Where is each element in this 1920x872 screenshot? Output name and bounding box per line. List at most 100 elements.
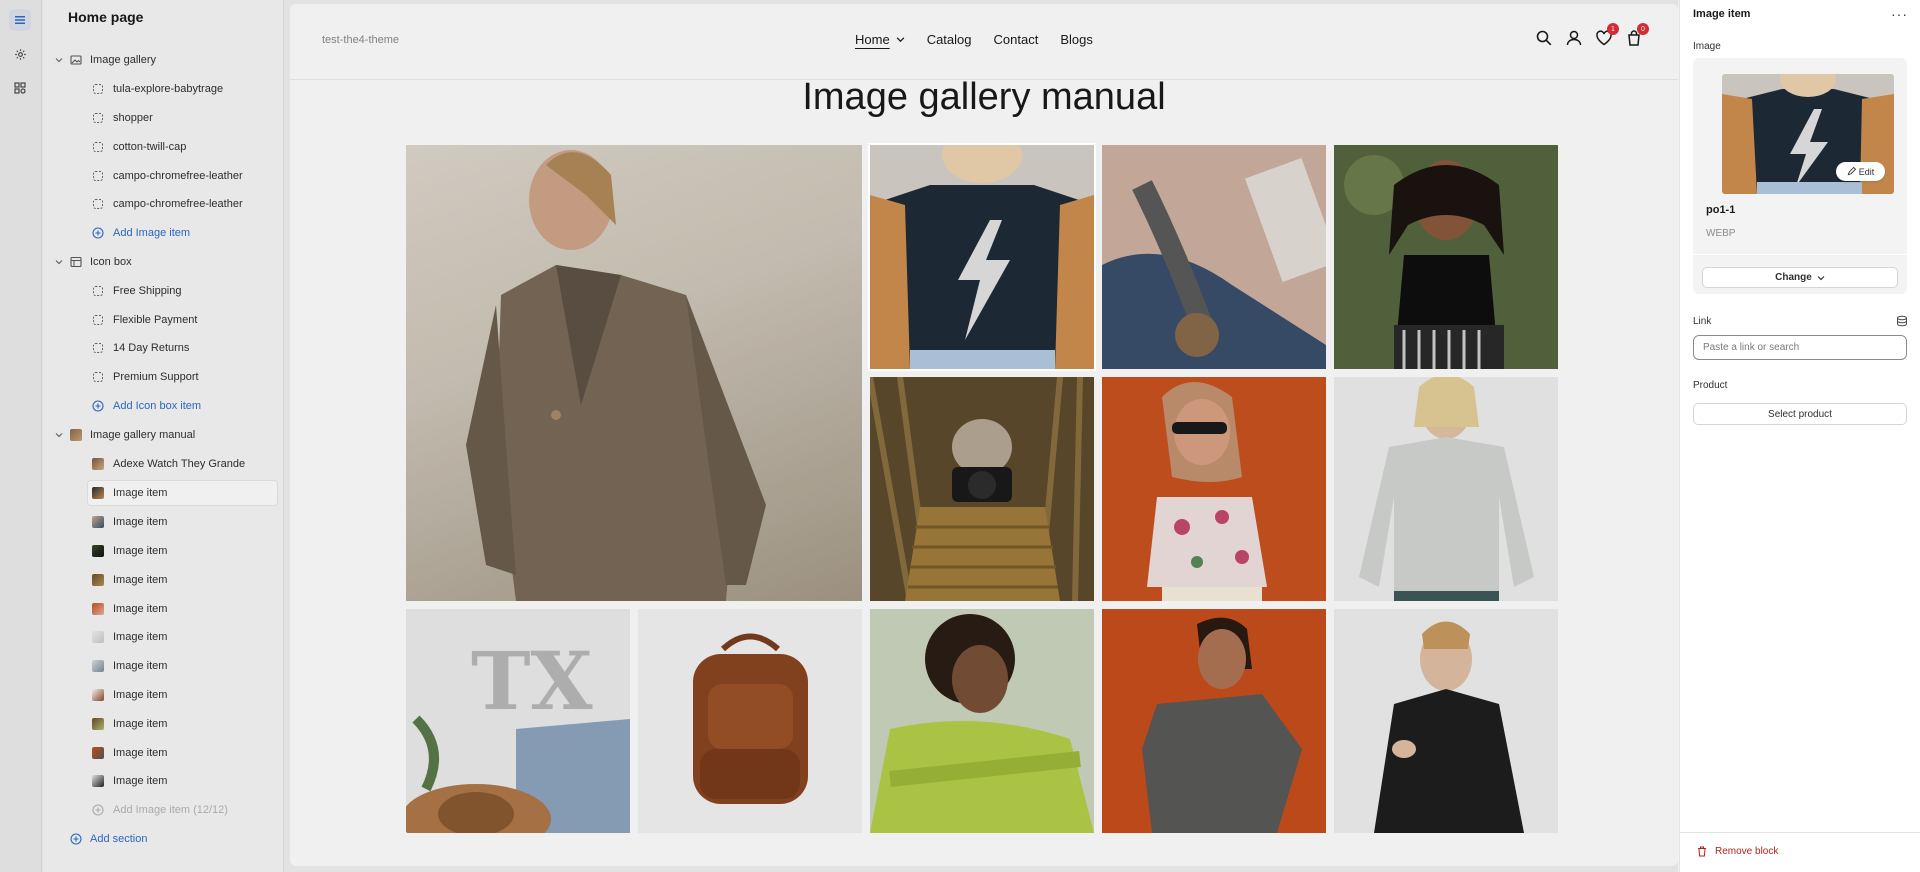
block-item[interactable]: tula-explore-babytrage — [43, 77, 284, 101]
product-label: Product — [1693, 380, 1728, 391]
block-item[interactable]: Image item — [43, 510, 284, 534]
block-thumbnail — [92, 458, 104, 470]
cart-icon[interactable]: 0 — [1625, 23, 1649, 47]
gallery-image-coffee[interactable] — [1102, 145, 1326, 369]
block-label: 14 Day Returns — [113, 342, 190, 354]
block-item[interactable]: campo-chromefree-leather — [43, 164, 284, 188]
block-frame-icon — [92, 112, 104, 124]
chevron-down-icon[interactable] — [54, 430, 64, 440]
block-thumbnail — [92, 718, 104, 730]
block-thumbnail — [92, 747, 104, 759]
block-item-selected[interactable]: Image item — [43, 481, 284, 505]
main-nav: Home Catalog Contact Blogs — [855, 32, 1093, 47]
plus-circle-icon — [92, 804, 104, 816]
section-icon-box[interactable]: Icon box — [43, 250, 284, 274]
block-label: cotton-twill-cap — [113, 141, 187, 153]
edit-image-button[interactable]: Edit — [1836, 162, 1885, 181]
block-item[interactable]: Image item — [43, 539, 284, 563]
chevron-down-icon[interactable] — [54, 257, 64, 267]
block-item[interactable]: Flexible Payment — [43, 308, 284, 332]
block-item[interactable]: Image item — [43, 568, 284, 592]
block-item[interactable]: Image item — [43, 625, 284, 649]
gallery-image-blazer[interactable] — [406, 145, 862, 601]
nav-catalog[interactable]: Catalog — [927, 32, 972, 47]
block-item[interactable]: Image item — [43, 769, 284, 793]
link-input[interactable] — [1693, 335, 1907, 360]
block-item[interactable]: 14 Day Returns — [43, 336, 284, 360]
add-section-button[interactable]: Add section — [43, 827, 284, 851]
add-section-label: Add section — [90, 833, 148, 845]
add-image-item-button-disabled: Add Image item (12/12) — [43, 798, 284, 822]
edit-label: Edit — [1858, 166, 1875, 177]
gallery-image-woman-tank[interactable] — [1334, 145, 1558, 369]
block-item[interactable]: Image item — [43, 712, 284, 736]
block-item[interactable]: Image item — [43, 654, 284, 678]
gallery-image-green-sweater[interactable] — [870, 609, 1094, 833]
account-icon[interactable] — [1565, 29, 1583, 47]
block-item[interactable]: Image item — [43, 741, 284, 765]
wishlist-heart-icon[interactable]: 1 — [1595, 23, 1619, 47]
apps-icon[interactable] — [9, 77, 31, 99]
search-icon[interactable] — [1535, 29, 1553, 47]
block-frame-icon — [92, 170, 104, 182]
gallery-image-man-tee[interactable] — [1102, 609, 1326, 833]
chevron-down-icon — [1817, 275, 1825, 280]
theme-editor: Home page Image gallery tula-explore-bab… — [0, 0, 1920, 872]
block-item[interactable]: Image item — [43, 597, 284, 621]
block-frame-icon — [92, 198, 104, 210]
add-icon-box-item-button[interactable]: Add Icon box item — [43, 394, 284, 418]
block-label: Image item — [113, 689, 168, 701]
block-item[interactable]: shopper — [43, 106, 284, 130]
block-label: Image item — [113, 487, 168, 499]
image-filename: po1-1 — [1706, 204, 1736, 216]
store-name[interactable]: test-the4-theme — [322, 34, 399, 46]
add-label: Add Icon box item — [113, 400, 202, 412]
block-thumbnail — [92, 631, 104, 643]
chevron-down-icon[interactable] — [54, 55, 64, 65]
sections-sidebar: Home page Image gallery tula-explore-bab… — [43, 0, 284, 872]
block-item[interactable]: Image item — [43, 683, 284, 707]
nav-contact[interactable]: Contact — [994, 32, 1039, 47]
trash-icon — [1698, 846, 1706, 857]
select-product-button[interactable]: Select product — [1693, 403, 1907, 425]
storefront-preview[interactable]: test-the4-theme Home Catalog Contact Blo… — [290, 4, 1678, 866]
section-image-gallery-manual[interactable]: Image gallery manual — [43, 423, 284, 447]
block-thumbnail — [92, 516, 104, 528]
pencil-icon — [1847, 167, 1856, 176]
block-item[interactable]: Free Shipping — [43, 279, 284, 303]
link-label: Link — [1693, 316, 1712, 327]
block-frame-icon — [92, 314, 104, 326]
gallery-image-tx-tee[interactable]: TX — [406, 609, 630, 833]
nav-label: Home — [855, 32, 890, 47]
section-image-gallery[interactable]: Image gallery — [43, 48, 284, 72]
cart-count-badge: 0 — [1637, 23, 1649, 35]
gear-icon[interactable] — [9, 43, 31, 65]
more-horizontal-icon[interactable]: ··· — [1891, 6, 1908, 22]
gallery-image-floral-top[interactable] — [1102, 377, 1326, 601]
wishlist-count-badge: 1 — [1607, 23, 1619, 35]
store-header: test-the4-theme Home Catalog Contact Blo… — [290, 4, 1678, 80]
gallery-image-camera[interactable] — [870, 377, 1094, 601]
gallery-image-grey-sweater[interactable] — [1334, 377, 1558, 601]
change-image-button[interactable]: Change — [1702, 267, 1898, 288]
section-label: Icon box — [90, 256, 132, 268]
svg-text:TX: TX — [471, 634, 593, 728]
nav-label: Blogs — [1060, 32, 1093, 47]
block-item[interactable]: cotton-twill-cap — [43, 135, 284, 159]
gallery-image-backpack[interactable] — [638, 609, 862, 833]
sections-icon[interactable] — [9, 9, 31, 31]
gallery-image-black-jacket[interactable] — [1334, 609, 1558, 833]
dynamic-source-icon[interactable] — [1896, 315, 1908, 327]
plus-circle-icon — [92, 400, 104, 412]
gallery-image-lightning-tee[interactable] — [868, 143, 1096, 371]
nav-blogs[interactable]: Blogs — [1060, 32, 1093, 47]
add-image-item-button[interactable]: Add Image item — [43, 221, 284, 245]
block-item[interactable]: Premium Support — [43, 365, 284, 389]
block-item[interactable]: campo-chromefree-leather — [43, 192, 284, 216]
remove-block-button[interactable]: Remove block — [1697, 846, 1778, 857]
block-settings-panel: Image item ··· Image Edit po1-1 WEBP Cha… — [1679, 0, 1920, 872]
block-item[interactable]: Adexe Watch They Grande — [43, 452, 284, 476]
block-frame-icon — [92, 285, 104, 297]
nav-home[interactable]: Home — [855, 32, 905, 47]
block-label: Image item — [113, 516, 168, 528]
